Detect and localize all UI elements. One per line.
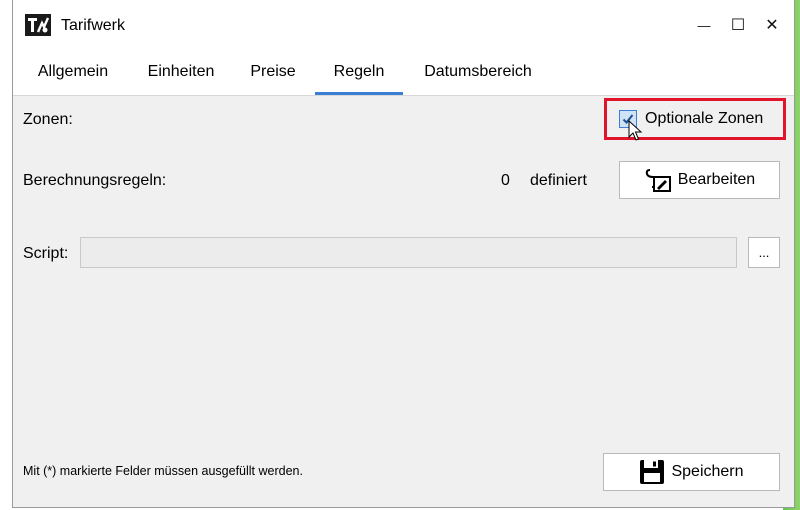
- minimize-button[interactable]: —: [691, 12, 717, 38]
- tab-label: Einheiten: [147, 62, 215, 80]
- tab-regeln[interactable]: Regeln: [315, 50, 403, 95]
- edit-rules-button-label: Bearbeiten: [677, 171, 756, 188]
- tab-einheiten[interactable]: Einheiten: [135, 50, 227, 93]
- optional-zones-label[interactable]: Optionale Zonen: [645, 110, 763, 128]
- rules-count: 0: [501, 172, 510, 189]
- rules-count-suffix: definiert: [530, 172, 587, 189]
- zones-label: Zonen:: [23, 111, 73, 128]
- tarifwerk-window: Tarifwerk — ☐ ✕ Allgemein Einheiten Prei…: [12, 0, 795, 508]
- tab-allgemein[interactable]: Allgemein: [21, 50, 125, 93]
- close-button[interactable]: ✕: [759, 12, 785, 38]
- title-bar[interactable]: Tarifwerk — ☐ ✕: [13, 0, 794, 50]
- tab-label: Datumsbereich: [424, 62, 532, 80]
- rules-label: Berechnungsregeln:: [23, 172, 167, 189]
- edit-rules-icon: [644, 167, 672, 193]
- minimize-icon: —: [697, 17, 711, 33]
- script-label: Script:: [23, 245, 69, 262]
- browse-script-button-label: ...: [758, 245, 770, 260]
- script-input[interactable]: [80, 237, 737, 268]
- tab-label: Regeln: [333, 62, 385, 80]
- maximize-icon: ☐: [730, 17, 746, 34]
- save-icon: [639, 459, 665, 485]
- tab-datumsbereich[interactable]: Datumsbereich: [411, 50, 545, 93]
- tab-strip: Allgemein Einheiten Preise Regeln Datums…: [13, 50, 794, 96]
- tab-label: Allgemein: [37, 62, 109, 80]
- tab-preise[interactable]: Preise: [237, 50, 309, 93]
- browse-script-button[interactable]: ...: [748, 237, 780, 268]
- mouse-cursor-icon: [628, 120, 643, 141]
- maximize-button[interactable]: ☐: [725, 12, 751, 38]
- tab-label: Preise: [250, 62, 296, 80]
- tarifwerk-app-icon: [25, 14, 51, 36]
- save-button[interactable]: Speichern: [603, 453, 780, 491]
- close-icon: ✕: [765, 17, 779, 34]
- edit-rules-button[interactable]: Bearbeiten: [619, 161, 780, 199]
- required-fields-note: Mit (*) markierte Felder müssen ausgefül…: [23, 464, 303, 478]
- save-button-label: Speichern: [671, 463, 744, 480]
- window-title: Tarifwerk: [61, 17, 126, 34]
